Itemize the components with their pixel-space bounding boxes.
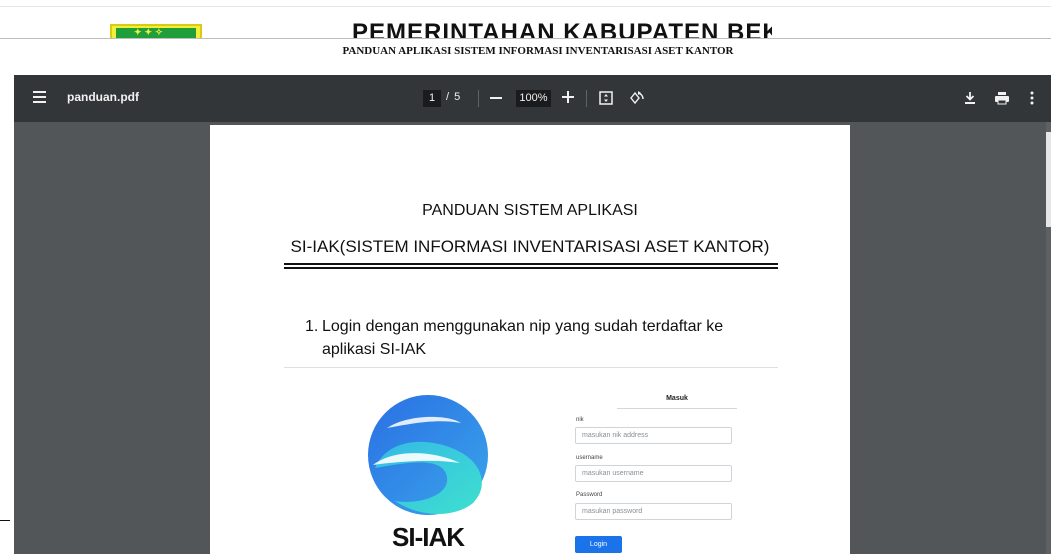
plus-icon — [562, 91, 574, 103]
si-iak-logo-icon — [368, 395, 488, 515]
form-heading: Masuk — [666, 395, 688, 402]
section-divider — [284, 367, 778, 368]
pdf-toolbar: panduan.pdf 1 / 5 100% — [14, 75, 1051, 122]
document-subtitle: SI-IAK(SISTEM INFORMASI INVENTARISASI AS… — [290, 237, 770, 256]
password-field: masukan password — [575, 503, 732, 520]
login-form-screenshot: Masuk nik masukan nik address username m… — [572, 395, 737, 554]
minus-icon — [490, 97, 502, 99]
document-title: PANDUAN SISTEM APLIKASI — [422, 202, 638, 219]
pdf-page: PANDUAN SISTEM APLIKASI SI-IAK(SISTEM IN… — [210, 125, 850, 554]
logo-ornament-icon: ✦✦✧ — [134, 27, 166, 37]
username-label: username — [576, 455, 603, 461]
page-total: / 5 — [446, 91, 462, 103]
nik-label: nik — [576, 417, 584, 423]
toolbar-separator — [586, 90, 587, 107]
zoom-level-input[interactable]: 100% — [516, 90, 551, 107]
toolbar-separator — [478, 90, 479, 107]
download-icon — [965, 92, 975, 104]
site-subtitle: PANDUAN APLIKASI SISTEM INFORMASI INVENT… — [342, 45, 734, 57]
more-vert-icon — [1030, 91, 1034, 105]
page-number-input[interactable]: 1 — [423, 90, 441, 107]
site-header: ✦✦✧ PEMERINTAHAN KABUPATEN BEKASI PANDUA… — [0, 0, 1051, 75]
nik-field: masukan nik address — [575, 427, 732, 444]
print-button[interactable] — [994, 89, 1010, 107]
logo-text: SI-IAK — [392, 522, 465, 552]
header-top-line — [0, 6, 1051, 7]
more-options-button[interactable] — [1026, 89, 1038, 107]
left-divider-mark — [0, 520, 10, 521]
pdf-viewer[interactable]: panduan.pdf 1 / 5 100% PANDUAN SISTEM AP… — [14, 75, 1051, 554]
scrollbar-thumb[interactable] — [1046, 132, 1051, 227]
site-title: PEMERINTAHAN KABUPATEN BEKASI — [352, 19, 772, 38]
title-rule — [284, 267, 778, 269]
document-name: panduan.pdf — [67, 90, 139, 104]
step-number: 1. — [305, 318, 319, 335]
fit-page-button[interactable] — [598, 90, 614, 106]
username-field: masukan username — [575, 465, 732, 482]
rotate-icon — [630, 91, 644, 105]
fit-page-icon — [599, 91, 613, 105]
viewer-scrollbar[interactable] — [1046, 122, 1051, 554]
password-label: Password — [576, 492, 603, 498]
menu-icon[interactable] — [32, 89, 48, 105]
zoom-in-button[interactable] — [560, 88, 576, 106]
title-rule — [284, 263, 778, 265]
site-logo: ✦✦✧ — [110, 24, 202, 38]
zoom-out-button[interactable] — [488, 89, 504, 107]
rotate-button[interactable] — [629, 89, 645, 107]
step-text: Login dengan menggunakan nip yang sudah … — [322, 318, 724, 358]
header-divider — [0, 38, 1051, 39]
print-icon — [995, 92, 1009, 105]
download-button[interactable] — [962, 89, 978, 107]
form-heading-rule — [617, 408, 737, 409]
login-button: Login — [575, 536, 622, 553]
